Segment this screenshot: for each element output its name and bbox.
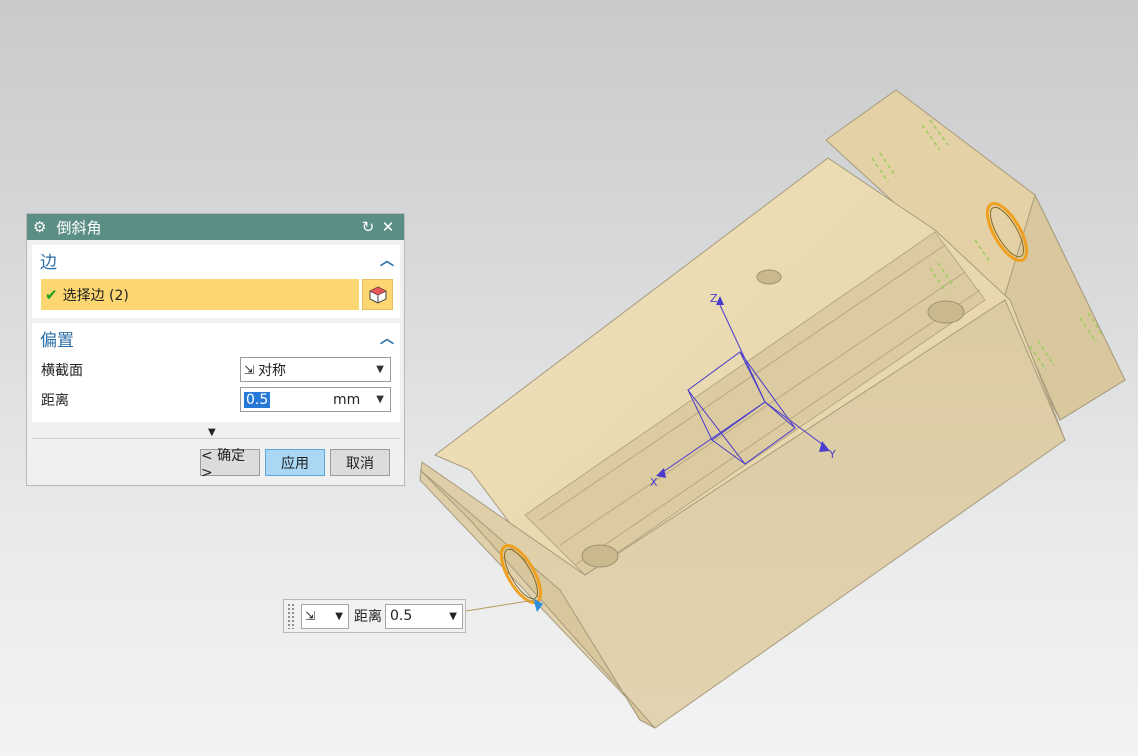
offset-section: 偏置 ︿ 横截面 ⇲ 对称 ▼ 距离 0.5 mm ▼ <box>32 323 400 422</box>
more-options-icon[interactable]: ▼ <box>208 427 216 438</box>
check-icon: ✔ <box>45 285 58 304</box>
close-icon[interactable]: ✕ <box>378 218 398 236</box>
cross-section-label: 横截面 <box>41 363 83 379</box>
symmetric-chamfer-icon: ⇲ <box>305 609 316 623</box>
distance-label: 距离 <box>354 609 382 625</box>
axis-y-label: Y <box>828 448 836 461</box>
chamfer-dialog: ⚙ 倒斜角 ↻ ✕ 边 ︿ ✔ 选择边 (2) 偏置 ︿ 横截面 ⇲ 对称 ▼ … <box>26 213 405 486</box>
reset-icon[interactable]: ↻ <box>358 218 378 236</box>
cross-section-value: 对称 <box>258 362 287 379</box>
axis-z-label: Z <box>710 292 718 305</box>
cross-section-type-select[interactable]: ⇲ ▼ <box>301 603 349 629</box>
select-edge-row[interactable]: ✔ 选择边 (2) <box>41 279 359 310</box>
axis-x-label: X <box>650 476 658 489</box>
cancel-button[interactable]: 取消 <box>330 449 390 476</box>
distance-label: 距离 <box>41 393 69 409</box>
drag-grip[interactable] <box>287 603 295 629</box>
ok-button[interactable]: < 确定 > <box>200 448 260 481</box>
symmetric-chamfer-icon: ⇲ <box>244 362 255 377</box>
select-object-button[interactable] <box>362 279 393 310</box>
distance-input[interactable]: 0.5 ▼ <box>385 603 463 629</box>
apply-button[interactable]: 应用 <box>265 449 325 476</box>
offset-section-label: 偏置 <box>40 330 74 351</box>
distance-value[interactable]: 0.5 <box>390 608 412 624</box>
cross-section-select[interactable]: ⇲ 对称 ▼ <box>240 357 391 382</box>
dialog-title: 倒斜角 <box>56 218 102 237</box>
distance-input[interactable]: 0.5 mm ▼ <box>240 387 391 412</box>
collapse-icon[interactable]: ︿ <box>374 250 400 270</box>
cube-icon <box>369 285 386 304</box>
dropdown-arrow-icon: ▼ <box>335 610 343 622</box>
collapse-icon[interactable]: ︿ <box>374 328 400 348</box>
distance-unit: mm <box>333 391 361 408</box>
offset-section-header[interactable]: 偏置 ︿ <box>32 323 400 353</box>
gear-icon[interactable]: ⚙ <box>33 218 46 236</box>
edge-section-label: 边 <box>40 252 57 273</box>
edge-section-header[interactable]: 边 ︿ <box>32 245 400 275</box>
edge-section: 边 ︿ ✔ 选择边 (2) <box>32 245 400 318</box>
dropdown-arrow-icon[interactable]: ▼ <box>449 611 457 622</box>
dialog-titlebar[interactable]: ⚙ 倒斜角 ↻ ✕ <box>27 214 404 240</box>
dropdown-arrow-icon: ▼ <box>376 364 384 375</box>
onscreen-input-bar: ⇲ ▼ 距离 0.5 ▼ <box>283 599 466 633</box>
divider <box>32 438 400 439</box>
select-edge-label: 选择边 (2) <box>62 287 129 304</box>
dropdown-arrow-icon[interactable]: ▼ <box>376 394 384 405</box>
distance-value[interactable]: 0.5 <box>244 391 271 408</box>
